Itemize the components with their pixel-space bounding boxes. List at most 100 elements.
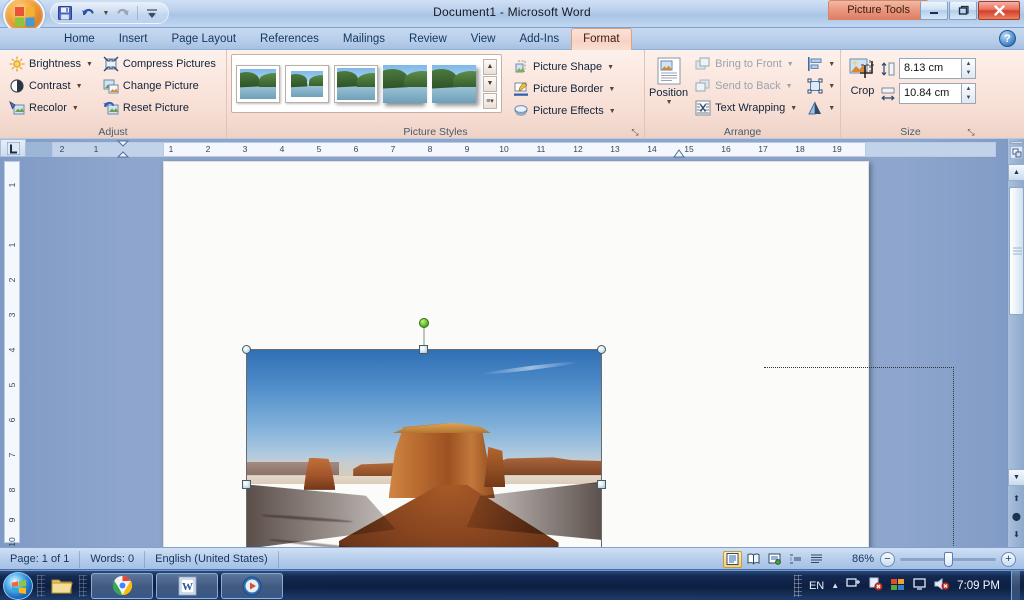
tab-view[interactable]: View [459,28,508,50]
taskbar-clock[interactable]: 7:09 PM [957,580,1004,592]
view-outline-button[interactable] [786,551,805,568]
action-center-icon[interactable] [868,577,883,594]
rotate-button[interactable]: ▼ [804,97,838,119]
change-picture-button[interactable]: Change Picture [98,75,221,97]
right-indent-marker-icon[interactable] [673,148,685,158]
resize-handle-top-left[interactable] [242,345,251,354]
view-web-layout-button[interactable] [765,551,784,568]
rotate-handle[interactable] [419,318,429,328]
gallery-scroll-up-button[interactable]: ▲ [483,58,497,75]
select-browse-object-button[interactable]: ⬤ [1009,509,1024,524]
minimize-button[interactable] [920,1,948,20]
tab-insert[interactable]: Insert [107,28,160,50]
resize-handle-middle-right[interactable] [597,479,606,489]
zoom-slider[interactable]: − + [880,551,1016,567]
network-icon[interactable] [846,577,861,594]
zoom-in-button[interactable]: + [1001,551,1016,567]
align-button[interactable]: ▼ [804,53,838,75]
status-page-number[interactable]: Page: 1 of 1 [0,550,81,568]
zoom-level-label[interactable]: 86% [844,553,874,565]
tray-grip[interactable] [793,574,802,597]
tab-selector-button[interactable] [0,139,26,157]
tab-page-layout[interactable]: Page Layout [159,28,248,50]
view-draft-button[interactable] [807,551,826,568]
tab-add-ins[interactable]: Add-Ins [507,28,571,50]
tab-references[interactable]: References [248,28,331,50]
contrast-button[interactable]: Contrast ▼ [4,75,98,97]
view-full-screen-reading-button[interactable] [744,551,763,568]
status-language[interactable]: English (United States) [145,550,279,568]
height-decrease-icon[interactable]: ▼ [962,69,975,79]
vertical-ruler[interactable]: 1 1 2 3 4 5 6 7 8 9 10 [4,161,20,547]
scrollbar-thumb[interactable] [1009,187,1024,315]
selected-picture[interactable] [242,318,606,569]
select-browse-object-top-icon[interactable] [1009,145,1024,160]
picture-style-thumbnail[interactable] [285,64,329,103]
volume-muted-icon[interactable] [934,577,950,594]
width-decrease-icon[interactable]: ▼ [962,94,975,104]
tab-review[interactable]: Review [397,28,459,50]
size-dialog-launcher[interactable]: ⤡ [965,126,977,138]
recolor-button[interactable]: Recolor ▼ [4,97,98,119]
height-increase-icon[interactable]: ▲ [962,59,975,69]
picture-style-thumbnail[interactable] [236,64,280,103]
position-button[interactable]: Position ▼ [649,53,688,119]
text-wrapping-button[interactable]: Text Wrapping ▼ [690,97,802,119]
indent-markers-icon[interactable] [116,140,130,159]
next-page-button[interactable]: ⬇ [1009,527,1024,542]
show-desktop-button[interactable] [1011,570,1020,600]
brightness-button[interactable]: Brightness ▼ [4,53,98,75]
picture-style-thumbnail[interactable] [334,64,378,103]
zoom-slider-track[interactable] [900,551,996,567]
display-icon[interactable] [912,577,927,594]
restore-button[interactable] [949,1,977,20]
zoom-out-button[interactable]: − [880,551,895,567]
google-chrome-task[interactable] [91,572,153,599]
windows-explorer-icon[interactable] [49,573,75,599]
picture-styles-dialog-launcher[interactable]: ⤡ [629,126,641,138]
tab-mailings[interactable]: Mailings [331,28,397,50]
bring-to-front-button[interactable]: Bring to Front ▼ [690,53,802,75]
tab-format[interactable]: Format [571,28,632,50]
view-print-layout-button[interactable] [723,550,742,568]
gallery-more-button[interactable]: ≡▾ [483,92,497,109]
width-increase-icon[interactable]: ▲ [962,84,975,94]
horizontal-ruler[interactable]: 2 1 1 2 3 4 5 6 7 8 9 10 11 12 13 14 15 [26,140,996,159]
send-to-back-button[interactable]: Send to Back ▼ [690,75,802,97]
vertical-scrollbar[interactable]: ▲ ▼ ⬆ ⬤ ⬇ [1007,139,1024,547]
close-button[interactable] [978,1,1020,20]
picture-effects-button[interactable]: Picture Effects ▼ [508,100,621,122]
scroll-down-button[interactable]: ▼ [1008,469,1024,486]
antivirus-icon[interactable] [890,577,905,594]
group-button[interactable]: ▼ [804,75,838,97]
zoom-slider-thumb[interactable] [944,551,953,567]
shape-height-spinner[interactable]: 8.13 cm ▲ ▼ [899,58,976,79]
picture-shape-button[interactable]: Picture Shape ▼ [508,56,621,78]
resize-handle-middle-left[interactable] [242,479,251,489]
picture-border-button[interactable]: Picture Border ▼ [508,78,621,100]
tab-home[interactable]: Home [52,28,107,50]
shape-height-arrows[interactable]: ▲ ▼ [961,58,976,79]
help-button[interactable]: ? [999,30,1016,47]
picture-style-thumbnail[interactable] [432,64,476,103]
media-player-task[interactable] [221,572,283,599]
microsoft-word-task[interactable]: W [156,572,218,599]
picture-styles-gallery[interactable]: ▲ ▼ ≡▾ [231,54,502,113]
tray-language-indicator[interactable]: EN [809,580,824,592]
crop-button[interactable]: Crop [845,53,880,97]
picture-style-thumbnail[interactable] [383,64,427,103]
start-button[interactable] [3,571,33,600]
split-window-handle[interactable] [1010,141,1023,144]
scroll-up-button[interactable]: ▲ [1008,164,1024,181]
shape-width-value[interactable]: 10.84 cm [899,83,961,104]
status-word-count[interactable]: Words: 0 [80,550,146,568]
compress-pictures-button[interactable]: Compress Pictures [98,53,221,75]
taskbar-grip[interactable] [37,574,45,597]
shape-width-arrows[interactable]: ▲ ▼ [961,83,976,104]
taskbar-grip-2[interactable] [79,574,87,597]
gallery-scroll-down-button[interactable]: ▼ [483,75,497,92]
resize-handle-top-right[interactable] [597,345,606,354]
shape-height-value[interactable]: 8.13 cm [899,58,961,79]
previous-page-button[interactable]: ⬆ [1009,491,1024,506]
shape-width-spinner[interactable]: 10.84 cm ▲ ▼ [899,83,976,104]
